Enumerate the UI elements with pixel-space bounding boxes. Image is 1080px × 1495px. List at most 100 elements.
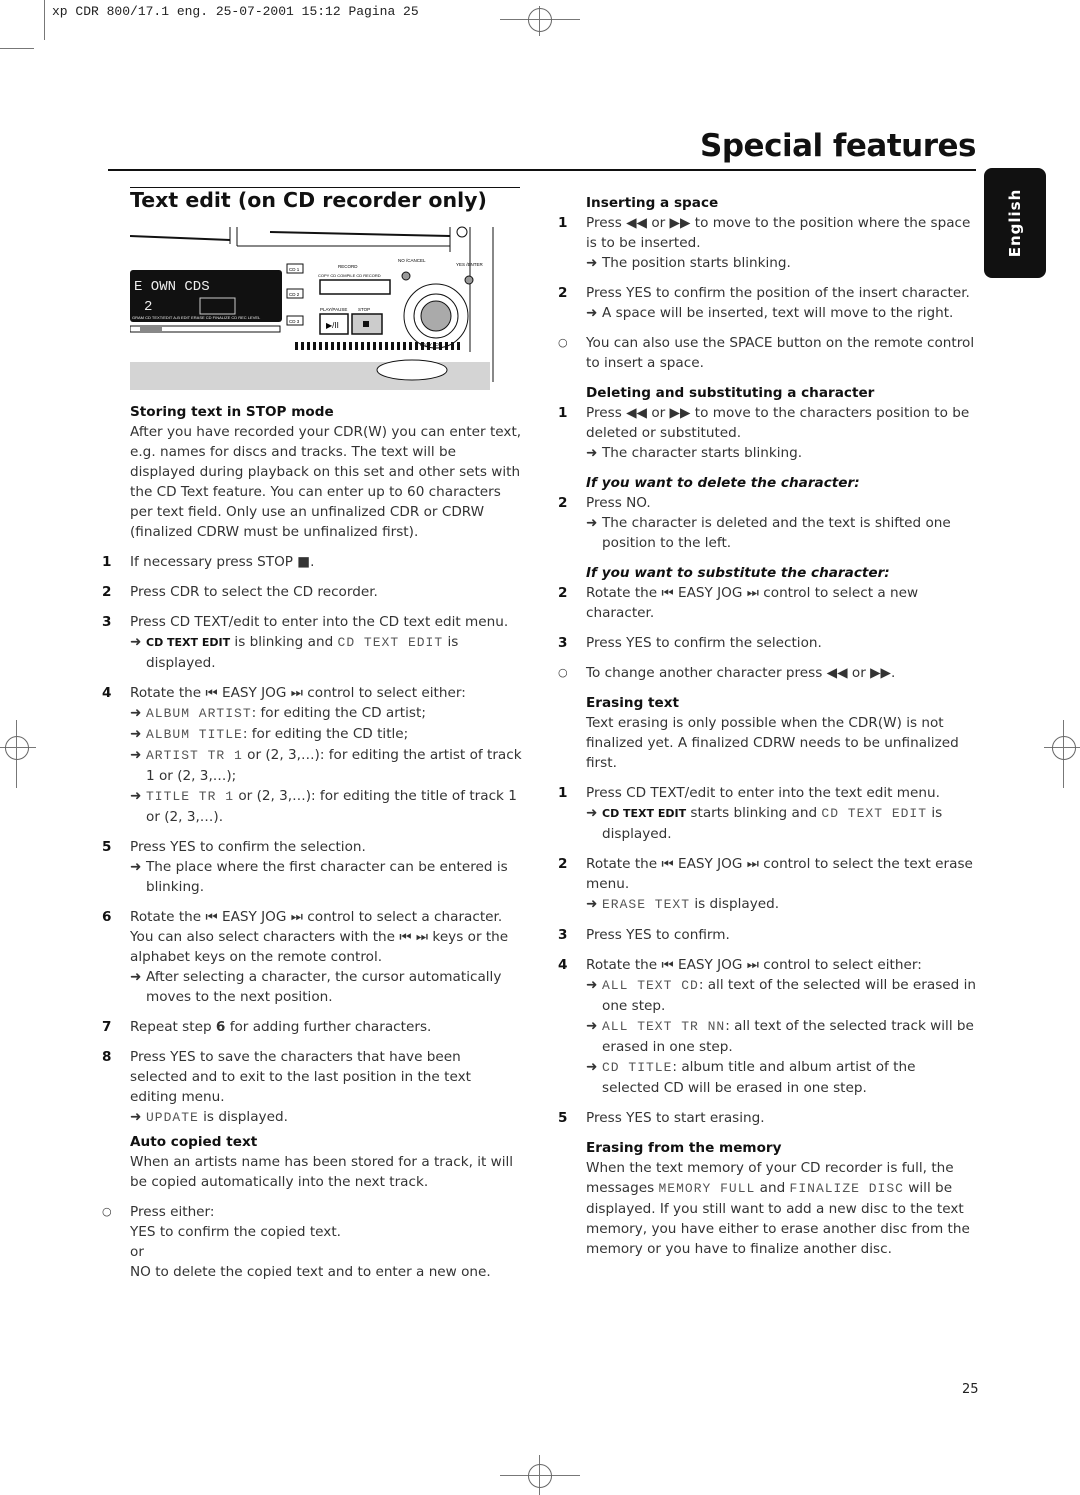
erase-step-2-result: ➜ ERASE TEXT is displayed.: [586, 896, 780, 912]
step-8: 8 Press YES to save the characters that h…: [102, 1049, 471, 1105]
erase-step-1-result: ➜ CD TEXT EDIT starts blinking and CD TEX…: [586, 805, 943, 842]
svg-text:PLAY/PAUSE: PLAY/PAUSE: [320, 307, 347, 312]
step-4: 4 Rotate the ⏮ EASY JOG ⏭ control to sele…: [102, 685, 466, 701]
erase-step-4-option: ➜ CD TITLE: album title and album artist …: [586, 1059, 916, 1096]
step-2: 2 Press CDR to select the CD recorder.: [102, 584, 378, 600]
registration-mark-bottom: [500, 1455, 580, 1495]
arrow-icon: ➜: [130, 859, 142, 875]
auto-copied-or: or: [130, 1244, 144, 1260]
heading-erasing-memory: Erasing from the memory: [586, 1140, 782, 1156]
arrow-icon: ➜: [130, 705, 142, 721]
insert-step-2: 2 Press YES to confirm the position of th…: [558, 285, 970, 301]
section-title: Text edit (on CD recorder only): [130, 188, 487, 212]
arrow-icon: ➜: [130, 969, 142, 985]
erase-step-2: 2 Rotate the ⏮ EASY JOG ⏭ control to sele…: [558, 856, 973, 892]
svg-text:STOP: STOP: [358, 307, 370, 312]
erase-step-5: 5 Press YES to start erasing.: [558, 1110, 765, 1126]
arrow-icon: ➜: [130, 726, 142, 742]
insert-note: ○ You can also use the SPACE button on th…: [558, 335, 975, 371]
arrow-icon: ➜: [586, 1059, 598, 1075]
heading-erasing-text: Erasing text: [586, 695, 680, 711]
heading-inserting-space: Inserting a space: [586, 195, 719, 211]
insert-step-1: 1 Press ◀◀ or ▶▶ to move to the position …: [558, 215, 971, 251]
step-8-result: ➜ UPDATE is displayed.: [130, 1109, 288, 1125]
page-number: 25: [962, 1382, 979, 1397]
subheading-delete: If you want to delete the character:: [586, 475, 860, 491]
arrow-icon: ➜: [586, 255, 598, 271]
delete-step-1: 1 Press ◀◀ or ▶▶ to move to the character…: [558, 405, 970, 441]
language-tab-label: English: [1006, 188, 1024, 258]
arrow-icon: ➜: [586, 896, 598, 912]
bullet-icon: ○: [102, 1205, 112, 1218]
svg-text:CD 3: CD 3: [289, 319, 300, 324]
arrow-icon: ➜: [130, 788, 142, 804]
delete-step-2: 2 Press NO.: [558, 495, 651, 511]
step-4-option: ➜ ARTIST TR 1 or (2, 3,…): for editing th…: [130, 747, 522, 784]
svg-text:CD 1: CD 1: [289, 267, 300, 272]
arrow-icon: ➜: [586, 445, 598, 461]
erase-step-4-option: ➜ ALL TEXT TR NN: all text of the selecte…: [586, 1018, 974, 1055]
svg-text:COPY CD COMPILE CD RECORD: COPY CD COMPILE CD RECORD: [318, 273, 381, 278]
heading-storing-text: Storing text in STOP mode: [130, 404, 334, 420]
erase-step-4: 4 Rotate the ⏮ EASY JOG ⏭ control to sele…: [558, 957, 922, 973]
step-6: 6 Rotate the ⏮ EASY JOG ⏭ control to sele…: [102, 909, 509, 965]
bullet-icon: ○: [558, 666, 568, 679]
auto-copied-body: When an artists name has been stored for…: [130, 1154, 514, 1190]
svg-text:GRAM CD TEXT/EDIT A-B EDIT: GRAM CD TEXT/EDIT A-B EDIT ERASE CD FINA…: [132, 315, 261, 320]
substitute-step-2: 2 Rotate the ⏮ EASY JOG ⏭ control to sele…: [558, 585, 919, 621]
svg-text:▶/II: ▶/II: [326, 321, 339, 330]
delete-step-1-result: ➜ The character starts blinking.: [586, 445, 803, 461]
step-4-option: ➜ TITLE TR 1 or (2, 3,…): for editing the…: [130, 788, 517, 825]
title-rule: [108, 169, 976, 171]
step-5-result: ➜ The place where the first character can…: [130, 859, 508, 895]
svg-text:YES /ENTER: YES /ENTER: [456, 262, 484, 267]
registration-mark-left: [0, 720, 40, 790]
svg-text:CD 2: CD 2: [289, 292, 300, 297]
heading-deleting: Deleting and substituting a character: [586, 385, 875, 401]
arrow-icon: ➜: [586, 305, 598, 321]
step-7: 7 Repeat step 6 for adding further charac…: [102, 1019, 432, 1035]
erasing-text-body: Text erasing is only possible when the C…: [586, 715, 959, 771]
auto-copied-no: NO to delete the copied text and to ente…: [130, 1264, 491, 1280]
cd-recorder-illustration: E OWN CDS 2 GRAM CD TEXT/EDIT A-B EDIT E…: [130, 222, 512, 390]
erasing-memory-body: When the text memory of your CD recorder…: [586, 1160, 970, 1257]
erase-step-3: 3 Press YES to confirm.: [558, 927, 730, 943]
bullet-icon: ○: [558, 336, 568, 349]
arrow-icon: ➜: [586, 805, 598, 821]
step-1: 1 If necessary press STOP ■.: [102, 554, 315, 570]
arrow-icon: ➜: [586, 515, 598, 531]
registration-mark-right: [1040, 720, 1080, 790]
substitute-note: ○ To change another character press ◀◀ or…: [558, 665, 896, 681]
svg-text:NO /CANCEL: NO /CANCEL: [398, 258, 426, 263]
subheading-substitute: If you want to substitute the character:: [586, 565, 890, 581]
step-3: 3 Press CD TEXT/edit to enter into the CD…: [102, 614, 509, 630]
language-tab: English: [984, 168, 1046, 278]
insert-step-2-result: ➜ A space will be inserted, text will mov…: [586, 305, 954, 321]
arrow-icon: ➜: [130, 634, 142, 650]
erase-step-4-option: ➜ ALL TEXT CD: all text of the selected w…: [586, 977, 976, 1014]
crop-mark: [0, 48, 34, 49]
page-title: Special features: [700, 128, 976, 164]
arrow-icon: ➜: [130, 747, 142, 763]
print-slug: xp CDR 800/17.1 eng. 25-07-2001 15:12 Pa…: [52, 4, 419, 19]
insert-step-1-result: ➜ The position starts blinking.: [586, 255, 791, 271]
heading-auto-copied: Auto copied text: [130, 1134, 258, 1150]
storing-text-body: After you have recorded your CDR(W) you …: [130, 424, 522, 540]
arrow-icon: ➜: [586, 1018, 598, 1034]
step-4-option: ➜ ALBUM TITLE: for editing the CD title;: [130, 726, 409, 742]
erase-step-1: 1 Press CD TEXT/edit to enter into the te…: [558, 785, 940, 801]
substitute-step-3: 3 Press YES to confirm the selection.: [558, 635, 822, 651]
auto-copied-yes: YES to confirm the copied text.: [130, 1224, 341, 1240]
right-column: Inserting a space 1 Press ◀◀ or ▶▶ to mov…: [558, 193, 976, 1259]
step-4-option: ➜ ALBUM ARTIST: for editing the CD artist…: [130, 705, 426, 721]
step-6-result: ➜ After selecting a character, the cursor…: [130, 969, 502, 1005]
registration-mark-top: [500, 6, 580, 36]
crop-mark: [44, 0, 45, 40]
arrow-icon: ➜: [130, 1109, 142, 1125]
left-column: Storing text in STOP mode After you have…: [102, 402, 522, 1282]
arrow-icon: ➜: [586, 977, 598, 993]
svg-text:2: 2: [144, 299, 152, 315]
svg-text:RECORD: RECORD: [338, 264, 358, 269]
step-3-result: ➜ CD TEXT EDIT is blinking and CD TEXT ED…: [130, 634, 459, 671]
delete-step-2-result: ➜ The character is deleted and the text i…: [586, 515, 951, 551]
